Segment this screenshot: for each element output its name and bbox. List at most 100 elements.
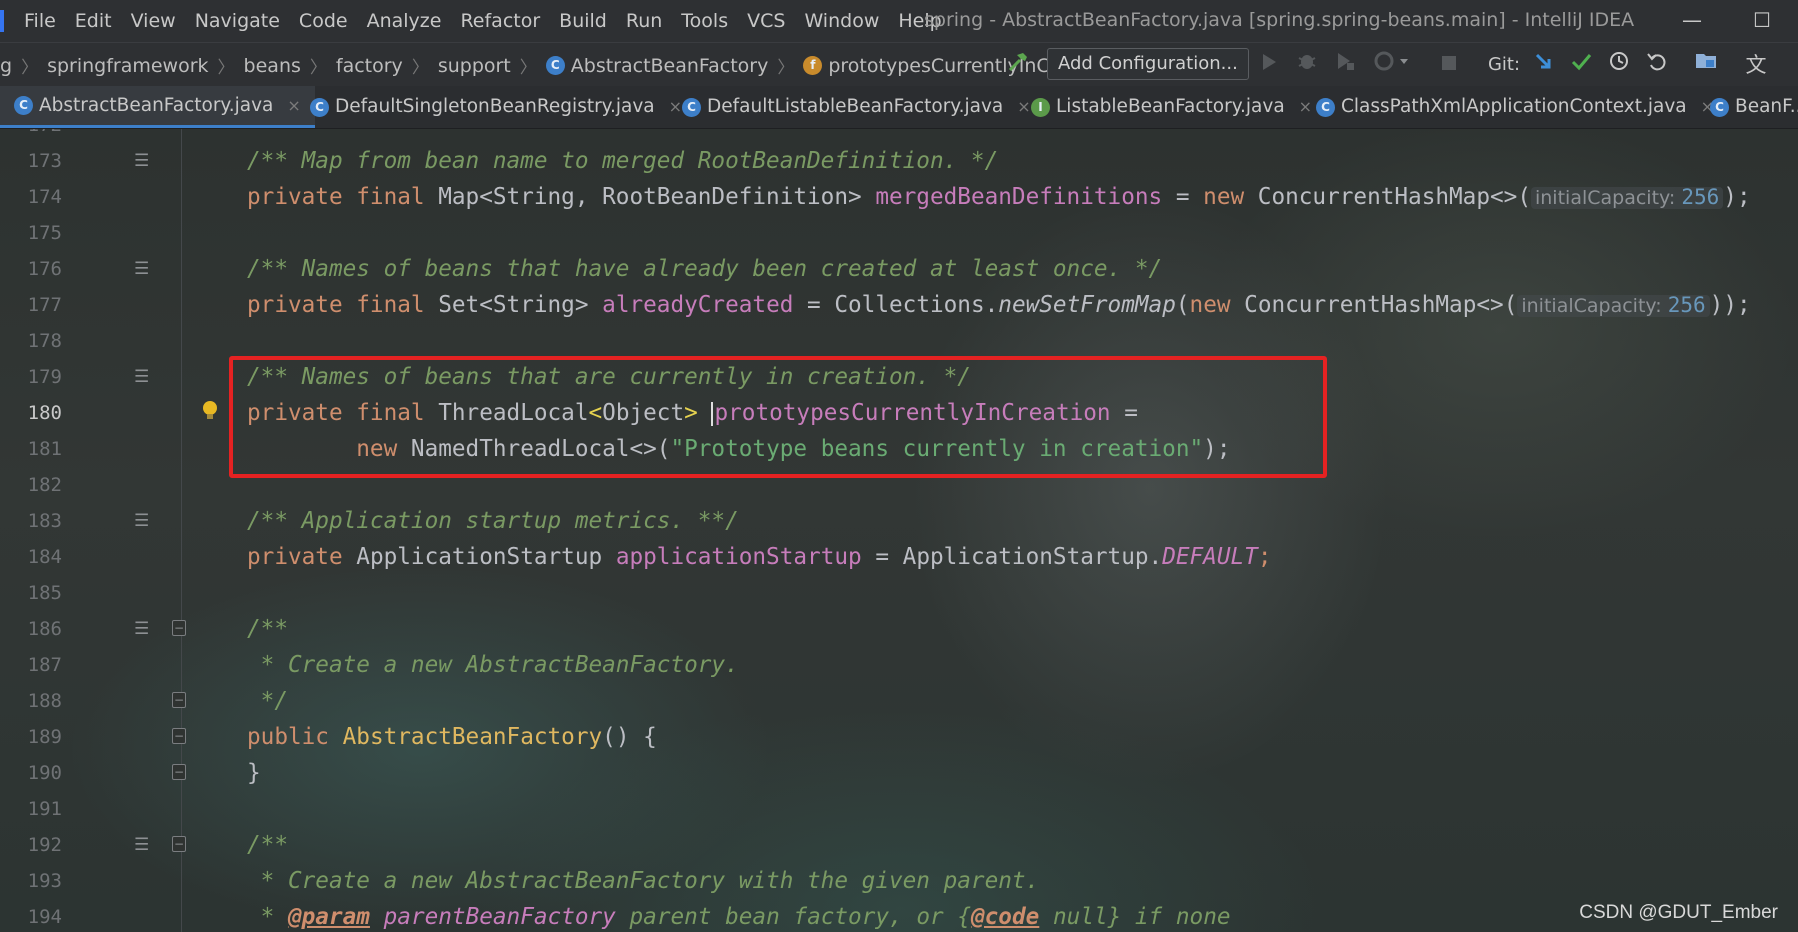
code-text: * Create a new AbstractBeanFactory with … (247, 868, 1040, 894)
menu-refactor[interactable]: Refactor (460, 10, 540, 32)
coverage-icon[interactable] (1332, 50, 1358, 80)
tab-class-path-xml-application-context[interactable]: C ClassPathXmlApplicationContext.java × (1316, 86, 1714, 128)
line-number: 194 (27, 906, 62, 928)
punctuation: ); (1723, 184, 1751, 210)
tab-label: BeanF... (1735, 96, 1798, 117)
code-line[interactable]: 182 (0, 468, 1798, 504)
maximize-button[interactable]: ☐ (1742, 6, 1782, 34)
menu-window[interactable]: Window (804, 10, 879, 32)
menu-vcs[interactable]: VCS (747, 10, 785, 32)
run-icon[interactable] (1256, 50, 1282, 80)
menu-build[interactable]: Build (559, 10, 607, 32)
keyword: new (1203, 184, 1258, 210)
breadcrumb-item[interactable]: factory (336, 55, 403, 77)
code-line[interactable]: 174 private final Map<String, RootBeanDe… (0, 180, 1798, 216)
javadoc-toggle-icon[interactable]: ☰ (134, 151, 149, 171)
code-line[interactable]: 189 − public AbstractBeanFactory() { (0, 720, 1798, 756)
close-icon[interactable]: × (1017, 86, 1030, 128)
code-line[interactable]: 181 new NamedThreadLocal<>("Prototype be… (0, 432, 1798, 468)
add-configuration-button[interactable]: Add Configuration... (1047, 48, 1249, 80)
menu-tools[interactable]: Tools (681, 10, 728, 32)
menu-view[interactable]: View (131, 10, 176, 32)
code-line[interactable]: 184 private ApplicationStartup applicati… (0, 540, 1798, 576)
code-text: /** (247, 832, 288, 858)
menu-file[interactable]: File (24, 10, 56, 32)
minimize-button[interactable]: — (1672, 6, 1712, 34)
code-line[interactable]: 175 (0, 216, 1798, 252)
hammer-icon[interactable] (1004, 50, 1032, 80)
line-number: 182 (27, 474, 62, 496)
fold-end-icon[interactable]: − (172, 692, 186, 708)
menu-run[interactable]: Run (626, 10, 662, 32)
code-line[interactable]: 176 ☰ /** Names of beans that have alrea… (0, 252, 1798, 288)
code-line[interactable]: 190 − } (0, 756, 1798, 792)
tab-abstract-bean-factory[interactable]: C AbstractBeanFactory.java × (0, 86, 315, 128)
close-icon[interactable]: × (669, 86, 682, 128)
code-line[interactable]: 187 * Create a new AbstractBeanFactory. (0, 648, 1798, 684)
menu-navigate[interactable]: Navigate (195, 10, 280, 32)
code-line[interactable]: 194 * @param parentBeanFactory parent be… (0, 900, 1798, 932)
javadoc-toggle-icon[interactable]: ☰ (134, 619, 149, 639)
punctuation: } (247, 760, 261, 786)
stop-icon[interactable] (1436, 50, 1462, 80)
code-line[interactable]: 179 ☰ /** Names of beans that are curren… (0, 360, 1798, 396)
tab-default-listable-bean-factory[interactable]: C DefaultListableBeanFactory.java × (682, 86, 1031, 128)
javadoc-toggle-icon[interactable]: ☰ (134, 367, 149, 387)
lightbulb-icon[interactable] (203, 401, 217, 419)
fold-icon[interactable]: − (172, 728, 186, 744)
code-line[interactable]: 172 (0, 129, 1798, 144)
fold-icon[interactable]: − (172, 836, 186, 852)
project-structure-icon[interactable] (1692, 50, 1720, 80)
tab-listable-bean-factory[interactable]: I ListableBeanFactory.java × (1031, 86, 1312, 128)
breadcrumb-item[interactable]: g (0, 55, 12, 77)
comment (370, 904, 384, 930)
breadcrumb-item-class[interactable]: AbstractBeanFactory (571, 55, 769, 77)
git-commit-icon[interactable] (1568, 50, 1594, 80)
type: NamedThreadLocal<>( (410, 436, 671, 462)
breadcrumb-item[interactable]: springframework (47, 55, 208, 77)
code-line[interactable]: 191 (0, 792, 1798, 828)
code-line-current[interactable]: 180 private final ThreadLocal<Object> pr… (0, 396, 1798, 432)
code-text: /** Names of beans that are currently in… (247, 364, 971, 390)
code-line[interactable]: 178 (0, 324, 1798, 360)
field: prototypesCurrentlyInCreation (714, 400, 1111, 426)
line-number: 175 (27, 222, 62, 244)
close-icon[interactable]: × (287, 86, 300, 127)
javadoc-toggle-icon[interactable]: ☰ (134, 259, 149, 279)
history-icon[interactable] (1606, 50, 1632, 80)
code-line[interactable]: 188 − */ (0, 684, 1798, 720)
keyword: public (247, 724, 343, 750)
debug-icon[interactable] (1294, 50, 1320, 80)
menu-edit[interactable]: Edit (75, 10, 112, 32)
menu-code[interactable]: Code (299, 10, 348, 32)
number-literal: 256 (1681, 185, 1720, 209)
fold-icon[interactable]: − (172, 620, 186, 636)
editor-tabs: C AbstractBeanFactory.java × C DefaultSi… (0, 86, 1798, 129)
navigation-bar: g 〉 springframework 〉 beans 〉 factory 〉 … (0, 42, 1798, 86)
javadoc-toggle-icon[interactable]: ☰ (134, 511, 149, 531)
code-line[interactable]: 183 ☰ /** Application startup metrics. *… (0, 504, 1798, 540)
code-line[interactable]: 173 ☰ /** Map from bean name to merged R… (0, 144, 1798, 180)
translate-icon[interactable]: 文 (1742, 50, 1770, 80)
code-line[interactable]: 185 (0, 576, 1798, 612)
code-line[interactable]: 193 * Create a new AbstractBeanFactory w… (0, 864, 1798, 900)
code-line[interactable]: 186 ☰ − /** (0, 612, 1798, 648)
code-line[interactable]: 177 private final Set<String> alreadyCre… (0, 288, 1798, 324)
menu-analyze[interactable]: Analyze (367, 10, 442, 32)
code-line[interactable]: 192 ☰ − /** (0, 828, 1798, 864)
profile-icon[interactable] (1372, 50, 1412, 80)
breadcrumb-item[interactable]: support (438, 55, 511, 77)
field: applicationStartup (615, 544, 862, 570)
tab-default-singleton-bean-registry[interactable]: C DefaultSingletonBeanRegistry.java × (310, 86, 682, 128)
git-update-icon[interactable] (1530, 50, 1556, 80)
close-icon[interactable]: × (1299, 86, 1312, 128)
code-editor[interactable]: 172 173 ☰ /** Map from bean name to merg… (0, 129, 1798, 932)
javadoc-param: parentBeanFactory (383, 904, 616, 930)
punctuation: ( (1175, 292, 1190, 318)
fold-end-icon[interactable]: − (172, 764, 186, 780)
breadcrumb-item[interactable]: beans (244, 55, 301, 77)
javadoc-toggle-icon[interactable]: ☰ (134, 835, 149, 855)
keyword: new (1189, 292, 1245, 318)
tab-bean-factory[interactable]: C BeanF... (1710, 86, 1798, 128)
rollback-icon[interactable] (1644, 50, 1670, 80)
